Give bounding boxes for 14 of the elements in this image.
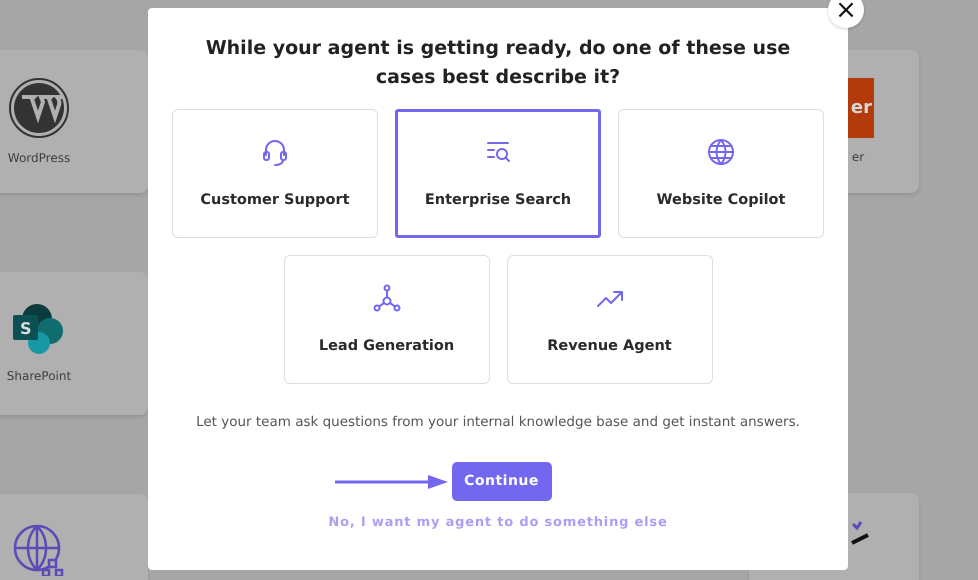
use-case-option[interactable]: Enterprise Search bbox=[395, 109, 601, 238]
use-case-option[interactable]: Lead Generation bbox=[284, 255, 490, 384]
logo-letter: S bbox=[20, 318, 32, 340]
close-button[interactable]: × bbox=[828, 0, 864, 28]
integration-card[interactable]: S SharePoint bbox=[0, 272, 148, 415]
integration-name: er bbox=[852, 148, 864, 166]
use-case-option[interactable]: Website Copilot bbox=[618, 109, 824, 238]
integration-card[interactable]: WordPress bbox=[0, 50, 148, 193]
integration-name: WordPress bbox=[8, 150, 70, 166]
continue-button[interactable]: Continue bbox=[452, 462, 552, 502]
description-text: Let your team ask questions from your internal knowledge base and get instant answers. bbox=[196, 413, 800, 432]
integration-name: SharePoint bbox=[6, 368, 72, 384]
use-case-option[interactable]: Revenue Agent bbox=[506, 255, 712, 384]
use-case-option[interactable]: Customer Support bbox=[172, 109, 378, 238]
